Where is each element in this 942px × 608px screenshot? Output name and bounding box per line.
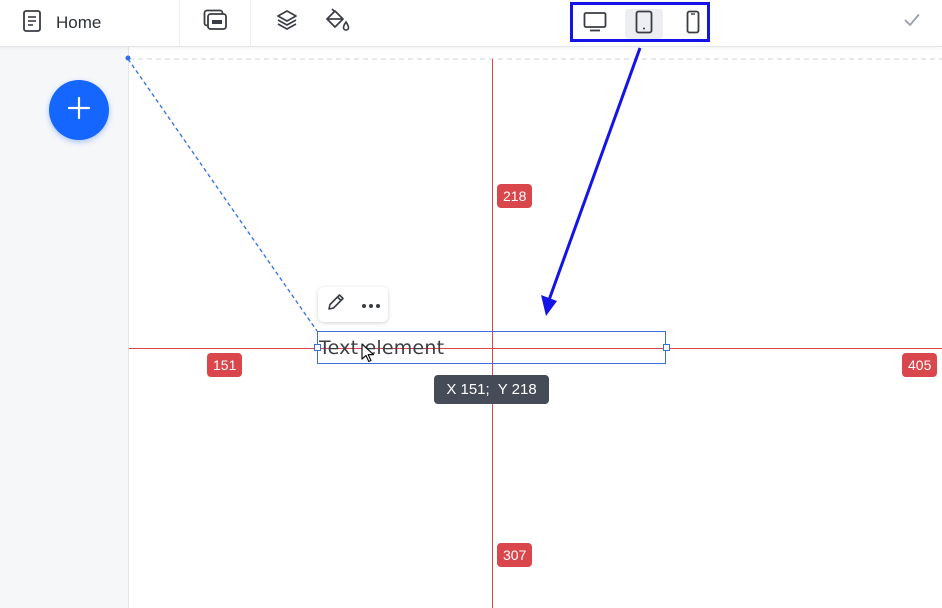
mobile-icon bbox=[686, 10, 700, 39]
more-dots-icon bbox=[361, 296, 381, 314]
mouse-cursor-icon bbox=[361, 343, 375, 368]
resize-handle-left[interactable] bbox=[314, 344, 321, 351]
resize-handle-right[interactable] bbox=[663, 344, 670, 351]
distance-bottom-badge: 307 bbox=[497, 543, 533, 567]
more-options-button[interactable] bbox=[353, 287, 388, 322]
desktop-view-button[interactable] bbox=[576, 9, 614, 39]
editor-canvas[interactable] bbox=[129, 47, 942, 608]
top-toolbar: Home bbox=[0, 0, 942, 47]
coordinates-tooltip: X 151; Y 218 bbox=[434, 375, 549, 404]
paint-bucket-icon bbox=[324, 7, 350, 37]
desktop-icon bbox=[583, 11, 607, 38]
checkmark-icon bbox=[904, 13, 920, 32]
plus-icon bbox=[67, 96, 91, 125]
page-name-label: Home bbox=[56, 13, 102, 32]
mobile-view-button[interactable] bbox=[674, 9, 712, 39]
tablet-icon bbox=[635, 10, 653, 39]
distance-left-badge: 151 bbox=[207, 353, 243, 377]
toolbar-divider bbox=[179, 0, 180, 46]
device-switcher bbox=[570, 2, 710, 42]
text-element-content: Text element bbox=[319, 337, 445, 359]
blocks-icon bbox=[203, 9, 227, 36]
toolbar-divider bbox=[250, 0, 251, 46]
layers-icon bbox=[276, 9, 298, 36]
element-toolbar bbox=[318, 287, 388, 322]
tablet-view-button[interactable] bbox=[625, 9, 663, 39]
confirm-button[interactable] bbox=[898, 8, 926, 36]
page-selector-button[interactable]: Home bbox=[22, 0, 101, 46]
edit-element-button[interactable] bbox=[318, 287, 353, 322]
pencil-icon bbox=[326, 292, 346, 317]
theme-button[interactable] bbox=[320, 6, 354, 38]
add-element-button[interactable] bbox=[49, 80, 109, 140]
distance-right-badge: 405 bbox=[902, 353, 938, 377]
layers-button[interactable] bbox=[270, 6, 304, 38]
page-icon bbox=[22, 9, 42, 37]
blocks-button[interactable] bbox=[198, 6, 232, 38]
distance-top-badge: 218 bbox=[497, 184, 533, 208]
